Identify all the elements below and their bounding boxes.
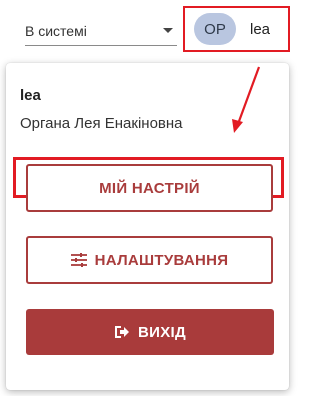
settings-button-label: НАЛАШТУВАННЯ — [94, 251, 229, 269]
avatar: OP — [194, 13, 236, 45]
exit-button[interactable]: ВИХІД — [26, 309, 274, 355]
sliders-icon — [70, 253, 87, 267]
user-menu-toggle[interactable]: OP lea — [183, 6, 290, 52]
my-mood-button[interactable]: МІЙ НАСТРІЙ — [26, 164, 273, 212]
my-mood-button-label: МІЙ НАСТРІЙ — [99, 179, 200, 197]
caret-down-icon — [163, 28, 173, 33]
settings-button[interactable]: НАЛАШТУВАННЯ — [26, 236, 273, 284]
menu-full-name: Органа Лея Енакіновна — [20, 115, 183, 132]
user-menu-panel: lea Органа Лея Енакіновна МІЙ НАСТРІЙ НА… — [6, 63, 289, 390]
menu-login: lea — [20, 87, 41, 104]
status-select[interactable]: В системі — [25, 14, 177, 46]
exit-door-icon — [114, 325, 130, 339]
username-label: lea — [250, 20, 271, 38]
exit-button-label: ВИХІД — [138, 323, 186, 341]
status-select-value: В системі — [25, 22, 87, 39]
